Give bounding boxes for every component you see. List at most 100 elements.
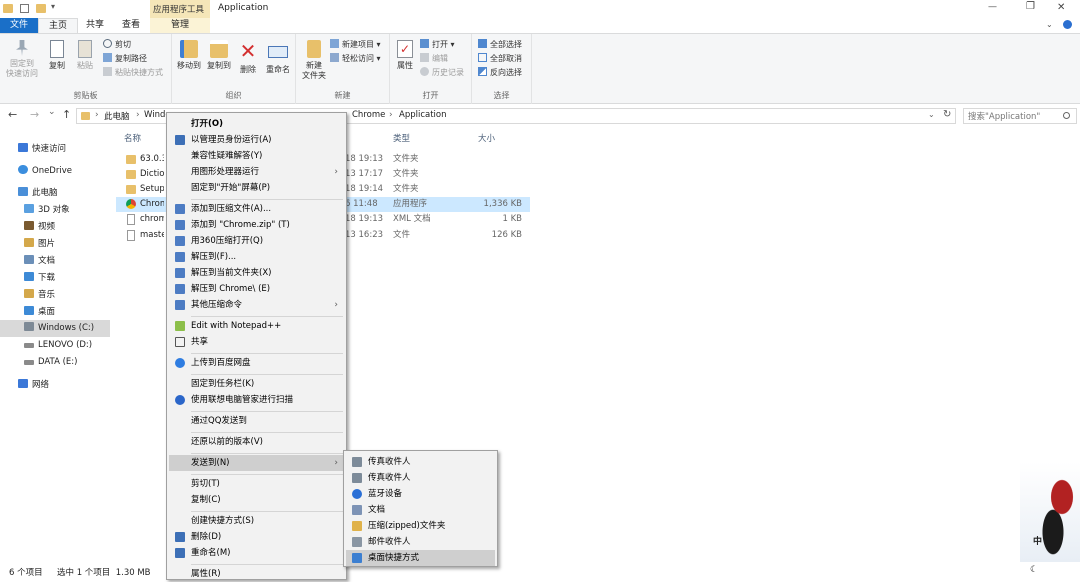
nav-this-pc[interactable]: 此电脑 bbox=[0, 185, 110, 202]
column-header-type[interactable]: 类型 bbox=[393, 132, 410, 144]
select-all-button[interactable]: 全部选择 bbox=[478, 39, 522, 51]
menu-item-cut[interactable]: 剪切(T) bbox=[169, 476, 344, 492]
menu-item-open-360[interactable]: 用360压缩打开(Q) bbox=[169, 233, 344, 249]
send-to-desktop-shortcut[interactable]: 桌面快捷方式 bbox=[346, 550, 495, 566]
nav-3d-objects[interactable]: 3D 对象 bbox=[0, 202, 110, 219]
send-to-documents[interactable]: 文档 bbox=[346, 502, 495, 518]
menu-item-pin-start[interactable]: 固定到"开始"屏幕(P) bbox=[169, 180, 344, 196]
tab-share[interactable]: 共享 bbox=[78, 18, 112, 33]
search-input[interactable]: 搜索"Application" bbox=[963, 108, 1077, 124]
copy-icon bbox=[50, 40, 64, 58]
cut-button[interactable]: 剪切 bbox=[103, 39, 131, 51]
menu-item-extract-here[interactable]: 解压到当前文件夹(X) bbox=[169, 265, 344, 281]
nav-onedrive[interactable]: OneDrive bbox=[0, 163, 110, 180]
ribbon-collapse-icon[interactable]: ⌄ bbox=[1046, 20, 1053, 29]
menu-item-run-with-gpu[interactable]: 用图形处理器运行 › bbox=[169, 164, 344, 180]
tab-view[interactable]: 查看 bbox=[112, 18, 150, 33]
status-bar: 6 个项目 选中 1 个项目 1.30 MB bbox=[0, 565, 1080, 581]
menu-item-extract-to-chrome[interactable]: 解压到 Chrome\ (E) bbox=[169, 281, 344, 297]
rename-button[interactable]: 重命名 bbox=[262, 40, 294, 75]
edit-button[interactable]: 编辑 bbox=[420, 53, 448, 65]
menu-item-other-compress[interactable]: 其他压缩命令 › bbox=[169, 297, 344, 313]
send-to-bluetooth[interactable]: 蓝牙设备 bbox=[346, 486, 495, 502]
nav-videos[interactable]: 视频 bbox=[0, 219, 110, 236]
tab-file[interactable]: 文件 bbox=[0, 18, 38, 33]
column-header-size[interactable]: 大小 bbox=[478, 132, 495, 144]
copy-path-button[interactable]: 复制路径 bbox=[103, 53, 147, 65]
copy-to-button[interactable]: 复制到 bbox=[204, 40, 234, 71]
restore-button[interactable]: ❐ bbox=[1026, 1, 1035, 12]
pin-quick-access-button[interactable]: 固定到 快速访问 bbox=[2, 40, 42, 79]
easy-access-button[interactable]: 轻松访问 ▾ bbox=[330, 53, 381, 65]
menu-item-create-shortcut[interactable]: 创建快捷方式(S) bbox=[169, 513, 344, 529]
quick-access-dropdown-icon[interactable]: ▾ bbox=[51, 2, 55, 11]
help-icon[interactable] bbox=[1063, 20, 1072, 29]
music-icon bbox=[24, 289, 34, 298]
new-folder-quick-icon[interactable] bbox=[36, 4, 46, 13]
refresh-icon[interactable]: ↻ bbox=[943, 109, 951, 120]
tab-home[interactable]: 主页 bbox=[38, 18, 78, 33]
menu-item-notepad-plus[interactable]: Edit with Notepad++ bbox=[169, 318, 344, 334]
ime-indicator[interactable]: 中 bbox=[1033, 534, 1042, 547]
menu-separator bbox=[191, 564, 343, 565]
delete-button[interactable]: ✕ 删除 bbox=[235, 40, 261, 75]
nav-desktop[interactable]: 桌面 bbox=[0, 304, 110, 321]
forward-button[interactable]: → bbox=[30, 108, 39, 121]
menu-item-extract-to[interactable]: 解压到(F)... bbox=[169, 249, 344, 265]
new-folder-button[interactable]: 新建 文件夹 bbox=[298, 40, 330, 81]
breadcrumb-this-pc[interactable]: 此电脑 bbox=[104, 110, 130, 122]
nav-quick-access[interactable]: 快速访问 bbox=[0, 141, 110, 158]
nav-drive-c[interactable]: Windows (C:) bbox=[0, 320, 110, 337]
column-header-name[interactable]: 名称 bbox=[124, 132, 141, 144]
paste-shortcut-button[interactable]: 粘贴快捷方式 bbox=[103, 67, 163, 79]
nav-music[interactable]: 音乐 bbox=[0, 287, 110, 304]
paste-button[interactable]: 粘贴 bbox=[72, 40, 98, 71]
ribbon-tabs: 文件 主页 共享 查看 管理 ⌄ bbox=[0, 18, 1080, 33]
menu-item-restore-versions[interactable]: 还原以前的版本(V) bbox=[169, 434, 344, 450]
menu-label: 添加到 "Chrome.zip" (T) bbox=[191, 220, 290, 230]
nav-network[interactable]: 网络 bbox=[0, 377, 110, 394]
address-dropdown-icon[interactable]: ⌄ bbox=[928, 110, 935, 119]
close-button[interactable]: ✕ bbox=[1057, 2, 1065, 13]
properties-quick-icon[interactable] bbox=[20, 4, 29, 13]
invert-selection-button[interactable]: 反向选择 bbox=[478, 67, 522, 79]
menu-item-open[interactable]: 打开(O) bbox=[169, 116, 344, 132]
menu-item-lenovo-scan[interactable]: 使用联想电脑管家进行扫描 bbox=[169, 392, 344, 408]
nav-drive-d[interactable]: LENOVO (D:) bbox=[0, 337, 110, 354]
send-to-fax-1[interactable]: 传真收件人 bbox=[346, 454, 495, 470]
nav-pictures[interactable]: 图片 bbox=[0, 236, 110, 253]
send-to-fax-2[interactable]: 传真收件人 bbox=[346, 470, 495, 486]
menu-item-add-archive[interactable]: 添加到压缩文件(A)... bbox=[169, 201, 344, 217]
menu-item-add-chrome-zip[interactable]: 添加到 "Chrome.zip" (T) bbox=[169, 217, 344, 233]
properties-button[interactable]: ✓ 属性 bbox=[392, 40, 418, 71]
send-to-zip[interactable]: 压缩(zipped)文件夹 bbox=[346, 518, 495, 534]
nav-downloads[interactable]: 下载 bbox=[0, 270, 110, 287]
menu-item-baidu-upload[interactable]: 上传到百度网盘 bbox=[169, 355, 344, 371]
select-none-button[interactable]: 全部取消 bbox=[478, 53, 522, 65]
menu-item-send-to[interactable]: 发送到(N) › bbox=[169, 455, 344, 471]
menu-item-send-via-qq[interactable]: 通过QQ发送到 bbox=[169, 413, 344, 429]
menu-item-delete[interactable]: 删除(D) bbox=[169, 529, 344, 545]
open-button[interactable]: 打开 ▾ bbox=[420, 39, 455, 51]
up-button[interactable]: ↑ bbox=[62, 108, 71, 121]
menu-item-run-as-admin[interactable]: 以管理员身份运行(A) bbox=[169, 132, 344, 148]
new-item-button[interactable]: 新建项目 ▾ bbox=[330, 39, 381, 51]
breadcrumb-application[interactable]: Application bbox=[399, 110, 447, 120]
menu-item-pin-taskbar[interactable]: 固定到任务栏(K) bbox=[169, 376, 344, 392]
menu-item-troubleshoot[interactable]: 兼容性疑难解答(Y) bbox=[169, 148, 344, 164]
nav-drive-e[interactable]: DATA (E:) bbox=[0, 354, 110, 371]
copy-button[interactable]: 复制 bbox=[44, 40, 70, 71]
tab-manage[interactable]: 管理 bbox=[150, 18, 210, 33]
minimize-button[interactable]: — bbox=[988, 2, 997, 12]
move-to-button[interactable]: 移动到 bbox=[174, 40, 204, 71]
back-button[interactable]: ← bbox=[8, 108, 17, 121]
send-to-mail[interactable]: 邮件收件人 bbox=[346, 534, 495, 550]
menu-item-rename[interactable]: 重命名(M) bbox=[169, 545, 344, 561]
history-button[interactable]: 历史记录 bbox=[420, 67, 464, 79]
recent-locations-button[interactable]: ⌄ bbox=[48, 107, 56, 117]
breadcrumb-chrome[interactable]: Chrome bbox=[352, 110, 385, 120]
menu-item-copy[interactable]: 复制(C) bbox=[169, 492, 344, 508]
menu-item-share[interactable]: 共享 bbox=[169, 334, 344, 350]
nav-documents[interactable]: 文档 bbox=[0, 253, 110, 270]
menu-item-properties[interactable]: 属性(R) bbox=[169, 566, 344, 582]
